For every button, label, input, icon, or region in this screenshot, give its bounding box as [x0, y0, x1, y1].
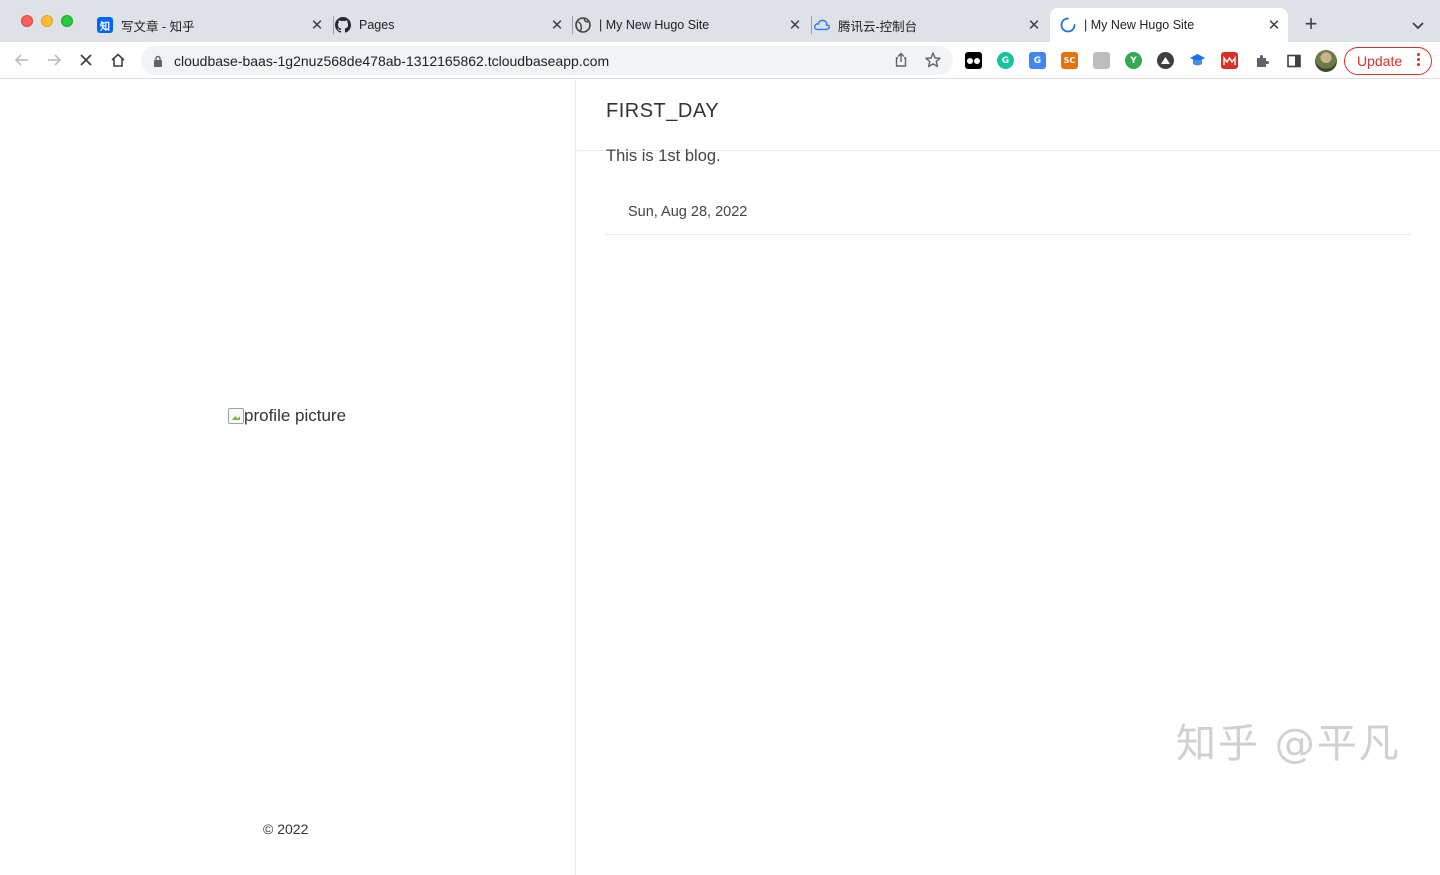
tab-separator — [811, 16, 812, 34]
tab-strip: 知 写文章 - 知乎 ✕ Pages ✕ | My New Hugo Site … — [0, 0, 1440, 42]
gray-extension-icon[interactable] — [1093, 52, 1110, 69]
maximize-window-button[interactable] — [61, 15, 73, 27]
minimize-window-button[interactable] — [41, 15, 53, 27]
home-icon[interactable] — [108, 50, 128, 70]
sc-extension-icon[interactable]: SC — [1061, 52, 1078, 69]
lock-icon[interactable] — [153, 54, 163, 72]
tab-close-button[interactable]: ✕ — [549, 17, 565, 33]
close-window-button[interactable] — [21, 15, 33, 27]
blue-cap-extension-icon[interactable] — [1189, 52, 1206, 69]
tab-title: 写文章 - 知乎 — [121, 19, 195, 34]
zhihu-watermark: 知乎 @平凡 — [1176, 721, 1401, 767]
tab-title: 腾讯云-控制台 — [838, 19, 918, 34]
tab-title: Pages — [359, 18, 395, 32]
post-divider — [605, 234, 1411, 235]
bookmark-star-icon[interactable] — [924, 51, 942, 74]
update-label: Update — [1357, 53, 1403, 69]
update-button[interactable]: Update — [1344, 47, 1432, 75]
grammarly-icon[interactable]: G — [997, 52, 1014, 69]
loading-spinner-icon — [1060, 17, 1076, 33]
tampermonkey-icon[interactable] — [965, 52, 982, 69]
profile-picture-alt-text: profile picture — [244, 406, 347, 425]
red-extension-icon[interactable] — [1221, 52, 1238, 69]
post-title-link[interactable]: FIRST_DAY — [606, 100, 719, 123]
copyright-text: © 2022 — [263, 821, 309, 837]
tab-close-button[interactable]: ✕ — [1026, 17, 1042, 33]
address-bar[interactable]: cloudbase-baas-1g2nuz568de478ab-13121658… — [141, 46, 953, 75]
tab-hugo-site-active[interactable]: | My New Hugo Site ✕ — [1050, 8, 1288, 42]
tab-zhihu[interactable]: 知 写文章 - 知乎 ✕ — [97, 8, 331, 42]
profile-avatar[interactable] — [1315, 50, 1337, 72]
tab-title: | My New Hugo Site — [599, 18, 710, 32]
tab-close-button[interactable]: ✕ — [1266, 17, 1282, 33]
green-y-extension-icon[interactable]: Y — [1125, 52, 1142, 69]
post-date: Sun, Aug 28, 2022 — [628, 204, 748, 220]
side-panel-icon[interactable] — [1285, 52, 1302, 69]
broken-image-icon — [228, 408, 244, 424]
github-icon — [335, 17, 351, 33]
sidebar: profile picture © 2022 — [0, 79, 576, 875]
back-arrow-icon[interactable] — [12, 50, 32, 70]
zhihu-icon: 知 — [97, 17, 113, 33]
url-text[interactable]: cloudbase-baas-1g2nuz568de478ab-13121658… — [174, 53, 609, 69]
tab-close-button[interactable]: ✕ — [309, 17, 325, 33]
tab-separator — [572, 16, 573, 34]
post-summary: This is 1st blog. — [606, 147, 721, 165]
browser-toolbar: cloudbase-baas-1g2nuz568de478ab-13121658… — [0, 42, 1440, 79]
new-tab-button[interactable]: + — [1300, 13, 1322, 36]
share-icon[interactable] — [893, 52, 909, 73]
google-translate-icon[interactable]: G — [1029, 52, 1046, 69]
more-vert-icon — [1417, 53, 1421, 68]
tab-separator — [333, 16, 334, 34]
tab-title: | My New Hugo Site — [1084, 18, 1195, 32]
tencent-cloud-icon — [814, 17, 830, 33]
dark-circle-extension-icon[interactable] — [1157, 52, 1174, 69]
stop-loading-icon[interactable] — [76, 50, 96, 70]
tab-pages[interactable]: Pages ✕ — [335, 8, 571, 42]
profile-picture: profile picture — [228, 406, 346, 426]
tab-close-button[interactable]: ✕ — [787, 17, 803, 33]
chevron-down-icon[interactable] — [1408, 15, 1428, 35]
forward-arrow-icon[interactable] — [44, 50, 64, 70]
puzzle-icon[interactable] — [1253, 52, 1270, 69]
tab-hugo-site[interactable]: | My New Hugo Site ✕ — [575, 8, 809, 42]
globe-icon — [575, 17, 591, 33]
tab-tencent-cloud[interactable]: 腾讯云-控制台 ✕ — [814, 8, 1048, 42]
